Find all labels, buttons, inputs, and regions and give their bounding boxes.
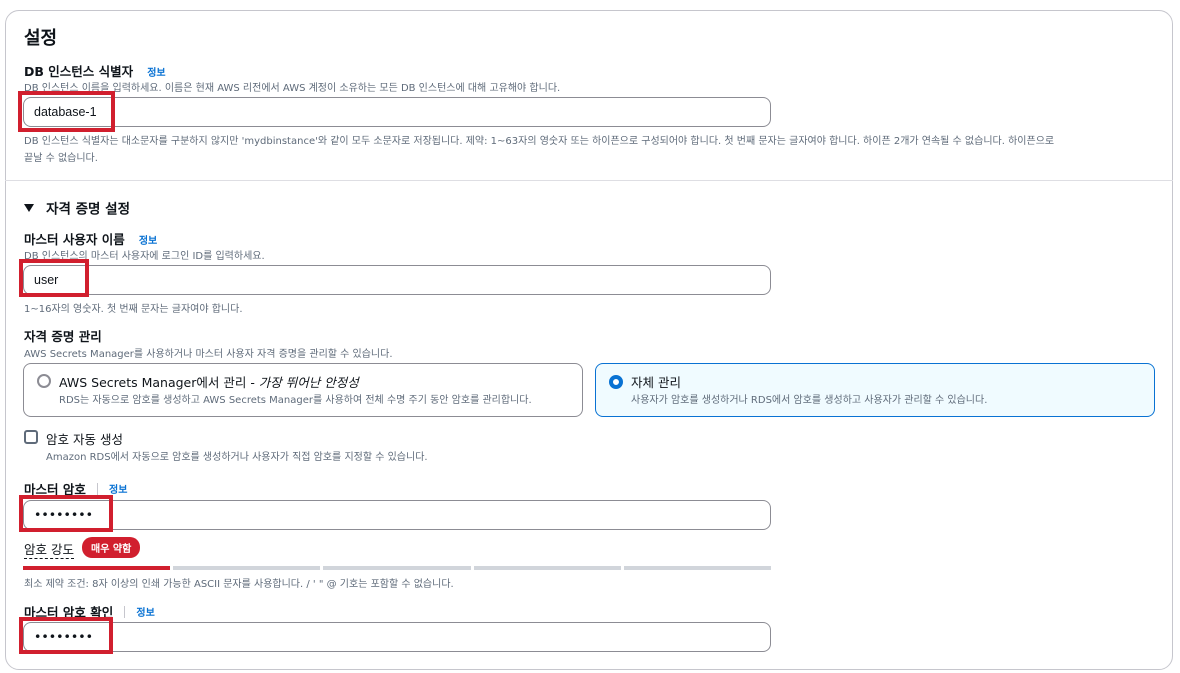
identifier-description: DB 인스턴스 이름을 입력하세요. 이름은 현재 AWS 리전에서 AWS 계… (24, 83, 561, 94)
credentials-title: 자격 증명 설정 (46, 201, 131, 218)
confirm-password-masked-value: •••••••• (34, 629, 93, 644)
strength-segment (473, 566, 621, 570)
auto-generate-description: Amazon RDS에서 자동으로 암호를 생성하거나 사용자가 직접 암호를 … (46, 452, 428, 463)
strength-segment (173, 566, 321, 570)
label-separator (124, 605, 126, 618)
confirm-password-input[interactable]: •••••••• (23, 622, 771, 652)
self-managed-option-tile[interactable]: 자체 관리 사용자가 암호를 생성하거나 RDS에서 암호를 생성하고 사용자가… (595, 363, 1155, 417)
identifier-hint-line2: 끝날 수 없습니다. (24, 153, 98, 164)
self-managed-option-description: 사용자가 암호를 생성하거나 RDS에서 암호를 생성하고 사용자가 관리할 수… (631, 395, 988, 406)
identifier-info-link[interactable]: 정보 (147, 68, 165, 79)
username-description: DB 인스턴스의 마스터 사용자에 로그인 ID를 입력하세요. (24, 251, 265, 262)
label-separator (96, 482, 98, 495)
caret-down-icon (24, 203, 34, 212)
strength-segment (323, 566, 471, 570)
master-username-input[interactable] (23, 265, 771, 295)
password-info-link[interactable]: 정보 (109, 485, 127, 496)
self-managed-option-title: 자체 관리 (631, 375, 681, 390)
username-label: 마스터 사용자 이름 (24, 232, 125, 247)
username-label-row: 마스터 사용자 이름 정보 (24, 229, 157, 248)
secrets-manager-option-tile[interactable]: AWS Secrets Manager에서 관리 - 가장 뛰어난 안정성 RD… (23, 363, 583, 417)
master-password-input[interactable]: •••••••• (23, 500, 771, 530)
db-identifier-input[interactable] (23, 97, 771, 127)
username-info-link[interactable]: 정보 (139, 236, 157, 247)
confirm-password-info-link[interactable]: 정보 (136, 608, 154, 619)
confirm-password-label-row: 마스터 암호 확인 정보 (24, 601, 155, 621)
secrets-manager-title-emphasis: 가장 뛰어난 안정성 (258, 375, 359, 390)
radio-selected-icon[interactable] (609, 375, 623, 389)
strength-segment (623, 566, 771, 570)
auto-generate-label: 암호 자동 생성 (46, 432, 123, 447)
identifier-hint-line1: DB 인스턴스 식별자는 대소문자를 구분하지 않지만 'mydbinstanc… (24, 136, 1055, 147)
confirm-password-label: 마스터 암호 확인 (24, 605, 114, 620)
password-strength-badge: 매우 약함 (82, 537, 141, 558)
password-label-row: 마스터 암호 정보 (24, 478, 127, 498)
identifier-label-row: DB 인스턴스 식별자 정보 (24, 61, 166, 80)
password-masked-value: •••••••• (34, 507, 93, 522)
radio-unselected-icon[interactable] (37, 374, 51, 388)
secrets-manager-option-title: AWS Secrets Manager에서 관리 - 가장 뛰어난 안정성 (59, 372, 359, 391)
secrets-manager-option-description: RDS는 자동으로 암호를 생성하고 AWS Secrets Manager를 … (59, 395, 532, 406)
credential-management-description: AWS Secrets Manager를 사용하거나 마스터 사용자 자격 증명… (24, 349, 393, 360)
username-hint: 1~16자의 영숫자. 첫 번째 문자는 글자여야 합니다. (24, 304, 243, 315)
identifier-label: DB 인스턴스 식별자 (24, 64, 134, 79)
credential-management-label: 자격 증명 관리 (24, 329, 102, 344)
secrets-manager-title-text: AWS Secrets Manager에서 관리 - (59, 375, 259, 390)
password-label: 마스터 암호 (24, 482, 86, 497)
auto-generate-checkbox[interactable] (24, 430, 38, 444)
credentials-toggle[interactable]: 자격 증명 설정 (24, 197, 130, 218)
identifier-hint: DB 인스턴스 식별자는 대소문자를 구분하지 않지만 'mydbinstanc… (24, 132, 1154, 164)
section-divider (5, 180, 1173, 181)
section-title-settings: 설정 (24, 28, 58, 49)
password-constraint: 최소 제약 조건: 8자 이상의 인쇄 가능한 ASCII 문자를 사용합니다.… (24, 579, 454, 590)
strength-segment (23, 566, 171, 570)
password-strength-label: 암호 강도 (24, 539, 74, 559)
